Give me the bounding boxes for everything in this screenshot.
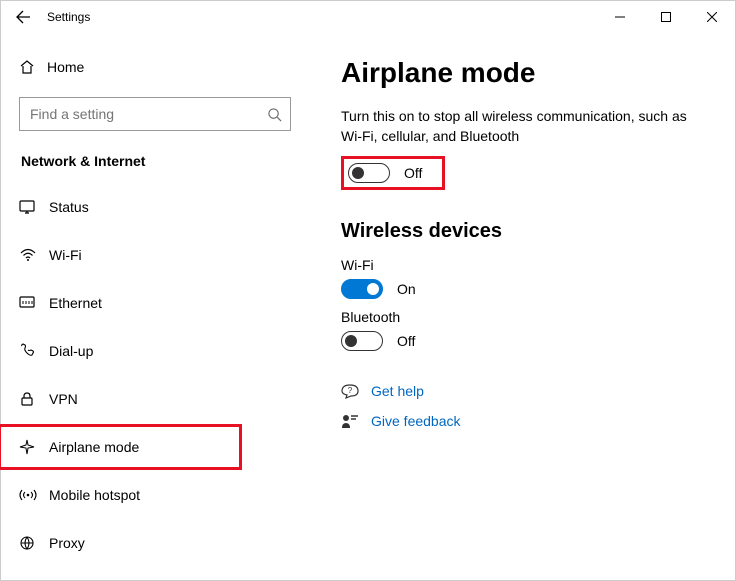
arrow-left-icon (15, 9, 31, 25)
hotspot-icon (19, 487, 49, 503)
proxy-icon (19, 535, 49, 551)
home-icon (19, 59, 47, 75)
wifi-toggle[interactable] (341, 279, 383, 299)
svg-text:?: ? (348, 386, 353, 395)
search-icon (267, 107, 282, 122)
window-controls (597, 1, 735, 33)
category-header: Network & Internet (1, 131, 311, 179)
sidebar: Home Network & Internet Status Wi-Fi (1, 33, 311, 580)
sidebar-item-label: Status (49, 199, 89, 215)
wifi-icon (19, 248, 49, 262)
sidebar-item-label: Ethernet (49, 295, 102, 311)
sidebar-item-label: VPN (49, 391, 78, 407)
airplane-toggle-highlight: Off (341, 156, 445, 190)
minimize-icon (615, 12, 625, 22)
get-help-link[interactable]: Get help (371, 383, 424, 399)
sidebar-item-dialup[interactable]: Dial-up (1, 331, 311, 371)
airplane-mode-toggle[interactable] (348, 163, 390, 183)
close-button[interactable] (689, 1, 735, 33)
airplane-mode-state: Off (404, 165, 422, 181)
home-nav[interactable]: Home (1, 47, 311, 87)
help-icon: ? (341, 383, 359, 399)
bluetooth-state: Off (397, 333, 415, 349)
page-title: Airplane mode (341, 57, 707, 89)
content-pane: Airplane mode Turn this on to stop all w… (311, 33, 735, 580)
sidebar-item-vpn[interactable]: VPN (1, 379, 311, 419)
search-box[interactable] (19, 97, 291, 131)
titlebar: Settings (1, 1, 735, 33)
vpn-icon (19, 391, 49, 407)
sidebar-item-label: Dial-up (49, 343, 93, 359)
bluetooth-label: Bluetooth (341, 309, 707, 325)
give-feedback-link[interactable]: Give feedback (371, 413, 461, 429)
sidebar-item-proxy[interactable]: Proxy (1, 523, 311, 563)
search-input[interactable] (30, 106, 267, 122)
close-icon (707, 12, 717, 22)
back-button[interactable] (15, 9, 43, 25)
ethernet-icon (19, 296, 49, 310)
status-icon (19, 200, 49, 214)
maximize-button[interactable] (643, 1, 689, 33)
give-feedback-row[interactable]: Give feedback (341, 413, 707, 429)
bluetooth-toggle[interactable] (341, 331, 383, 351)
wifi-state: On (397, 281, 416, 297)
dialup-icon (19, 343, 49, 359)
airplane-icon (19, 439, 49, 455)
get-help-row[interactable]: ? Get help (341, 383, 707, 399)
sidebar-item-label: Mobile hotspot (49, 487, 140, 503)
sidebar-item-airplane-mode[interactable]: Airplane mode (1, 427, 239, 467)
feedback-icon (341, 413, 359, 429)
sidebar-item-label: Proxy (49, 535, 85, 551)
sidebar-item-label: Airplane mode (49, 439, 139, 455)
sidebar-item-wifi[interactable]: Wi-Fi (1, 235, 311, 275)
wifi-label: Wi-Fi (341, 257, 707, 273)
sidebar-item-mobile-hotspot[interactable]: Mobile hotspot (1, 475, 311, 515)
sidebar-item-ethernet[interactable]: Ethernet (1, 283, 311, 323)
wireless-devices-header: Wireless devices (341, 220, 707, 243)
minimize-button[interactable] (597, 1, 643, 33)
sidebar-item-status[interactable]: Status (1, 187, 311, 227)
window-title: Settings (43, 10, 597, 24)
maximize-icon (661, 12, 671, 22)
sidebar-item-label: Wi-Fi (49, 247, 82, 263)
page-description: Turn this on to stop all wireless commun… (341, 107, 707, 146)
home-label: Home (47, 59, 84, 75)
